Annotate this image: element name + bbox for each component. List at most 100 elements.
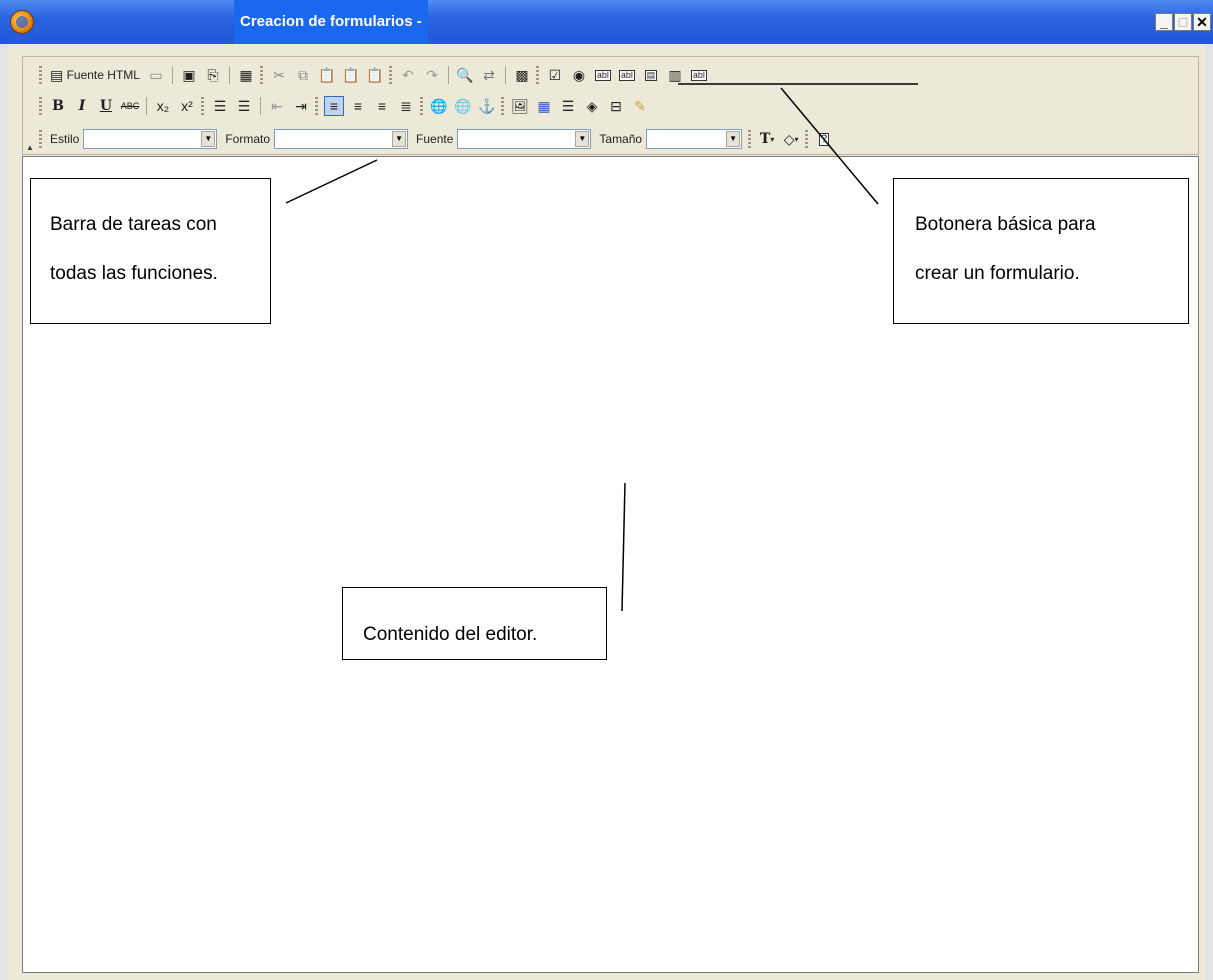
chevron-down-icon[interactable]: ▼ xyxy=(726,131,741,147)
paste-text-button[interactable]: 📋 xyxy=(341,65,361,85)
ordered-list-icon: ☰ xyxy=(213,98,227,114)
table-icon: ▦ xyxy=(537,98,551,114)
unordered-list-icon: ☰ xyxy=(237,98,251,114)
maximize-button[interactable]: □ xyxy=(1174,13,1192,31)
cut-button[interactable]: ✂ xyxy=(269,65,289,85)
strike-button[interactable]: ABC xyxy=(120,96,140,116)
help-button[interactable]: ? xyxy=(814,129,834,149)
align-center-button[interactable]: ≡ xyxy=(348,96,368,116)
align-right-button[interactable]: ≡ xyxy=(372,96,392,116)
save-button[interactable]: ▣ xyxy=(179,65,199,85)
textarea-icon: abl xyxy=(618,69,635,81)
source-icon: ▤ xyxy=(50,67,64,83)
unlink-button[interactable]: 🌐 xyxy=(453,96,473,116)
minimize-button[interactable]: _ xyxy=(1155,13,1173,31)
copy-button[interactable]: ⧉ xyxy=(293,65,313,85)
align-left-icon: ≡ xyxy=(329,98,339,114)
replace-icon: ⇄ xyxy=(483,67,495,83)
underline-button[interactable]: U xyxy=(96,96,116,116)
smiley-button[interactable]: ◈ xyxy=(582,96,602,116)
outdent-button[interactable]: ⇤ xyxy=(267,96,287,116)
copy-icon: ⧉ xyxy=(297,67,308,83)
chevron-down-icon[interactable]: ▼ xyxy=(392,131,407,147)
paste-word-icon: 📋 xyxy=(366,67,384,83)
smiley-icon: ◈ xyxy=(586,98,598,114)
textarea-button[interactable]: abl xyxy=(617,65,637,85)
toolbar-grip xyxy=(259,66,263,84)
anchor-button[interactable]: ⚓ xyxy=(477,96,497,116)
paste-icon: 📋 xyxy=(318,67,336,83)
special-char-button[interactable]: ⊟ xyxy=(606,96,626,116)
unordered-list-button[interactable]: ☰ xyxy=(234,96,254,116)
toolbar-row-1: ▤ Fuente HTML ▭ ▣ ⎘ ▦ ✂ ⧉ 📋 📋 📋 ↶ ↷ 🔍 ⇄ … xyxy=(37,63,711,87)
font-select[interactable]: ▼ xyxy=(457,129,592,149)
find-icon: 🔍 xyxy=(456,67,474,83)
hidden-field-icon: abl xyxy=(690,69,707,81)
cut-icon: ✂ xyxy=(273,67,285,83)
collapse-toolbar-icon[interactable]: ▲ xyxy=(26,143,34,152)
replace-button[interactable]: ⇄ xyxy=(479,65,499,85)
chevron-down-icon[interactable]: ▼ xyxy=(201,131,216,147)
underline-icon: U xyxy=(99,98,113,114)
uipcolor-button[interactable]: ✎ xyxy=(630,96,650,116)
table-button[interactable]: ▦ xyxy=(534,96,554,116)
chevron-down-icon[interactable]: ▼ xyxy=(575,131,590,147)
redo-button[interactable]: ↷ xyxy=(422,65,442,85)
link-button[interactable]: 🌐 xyxy=(429,96,449,116)
newpage-button[interactable]: ▭ xyxy=(146,65,166,85)
toolbar-grip xyxy=(388,66,392,84)
select-all-button[interactable]: ▩ xyxy=(512,65,532,85)
outdent-icon: ⇤ xyxy=(271,98,283,114)
preview-icon: ⎘ xyxy=(207,67,219,83)
image-button[interactable]: 🖼 xyxy=(510,96,530,116)
toolbar-grip xyxy=(501,97,504,115)
templates-button[interactable]: ▦ xyxy=(236,65,256,85)
toolbar-grip[interactable] xyxy=(39,66,42,84)
editor-toolbar: ▤ Fuente HTML ▭ ▣ ⎘ ▦ ✂ ⧉ 📋 📋 📋 ↶ ↷ 🔍 ⇄ … xyxy=(22,56,1199,155)
save-icon: ▣ xyxy=(182,67,196,83)
italic-button[interactable]: I xyxy=(72,96,92,116)
bold-button[interactable]: B xyxy=(48,96,68,116)
bg-color-button[interactable]: ◇ ▾ xyxy=(781,129,801,149)
text-color-button[interactable]: T ▾ xyxy=(757,129,777,149)
form-buttons-annotation-line1: Botonera básica para xyxy=(915,214,1096,235)
textfield-button[interactable]: abl xyxy=(593,65,613,85)
select-field-button[interactable]: ▤ xyxy=(641,65,661,85)
paste-button[interactable]: 📋 xyxy=(317,65,337,85)
size-label: Tamaño xyxy=(599,132,643,146)
toolbar-grip[interactable] xyxy=(39,97,42,115)
superscript-button[interactable]: x² xyxy=(177,96,197,116)
form-buttons-annotation-line2: crear un formulario. xyxy=(915,263,1080,284)
style-select[interactable]: ▼ xyxy=(83,129,218,149)
toolbar-separator xyxy=(171,66,173,84)
app-icon[interactable] xyxy=(10,10,34,34)
subscript-button[interactable]: x₂ xyxy=(153,96,173,116)
undo-button[interactable]: ↶ xyxy=(398,65,418,85)
image-icon: 🖼 xyxy=(511,98,529,114)
align-left-button[interactable]: ≡ xyxy=(324,96,344,116)
title-bar[interactable]: Creacion de formularios - _ □ ✕ xyxy=(0,0,1213,44)
radio-button[interactable]: ◉ xyxy=(569,65,589,85)
bold-icon: B xyxy=(52,98,64,114)
italic-icon: I xyxy=(78,98,86,114)
paste-word-button[interactable]: 📋 xyxy=(365,65,385,85)
size-select[interactable]: ▼ xyxy=(646,129,743,149)
indent-button[interactable]: ⇥ xyxy=(291,96,311,116)
text-color-icon: T xyxy=(759,131,771,147)
rule-button[interactable]: ☰ xyxy=(558,96,578,116)
toolbar-annotation: Barra de tareas con todas las funciones. xyxy=(30,178,271,324)
source-html-button[interactable]: ▤ Fuente HTML xyxy=(48,65,142,85)
justify-button[interactable]: ≣ xyxy=(396,96,416,116)
find-button[interactable]: 🔍 xyxy=(455,65,475,85)
editor-annotation: Contenido del editor. xyxy=(342,587,607,660)
hidden-field-button[interactable]: abl xyxy=(689,65,709,85)
format-select[interactable]: ▼ xyxy=(274,129,409,149)
preview-button[interactable]: ⎘ xyxy=(203,65,223,85)
ordered-list-button[interactable]: ☰ xyxy=(210,96,230,116)
indent-icon: ⇥ xyxy=(295,98,307,114)
toolbar-annotation-line1: Barra de tareas con xyxy=(50,214,217,235)
toolbar-grip[interactable] xyxy=(39,130,42,148)
checkbox-button[interactable]: ☑ xyxy=(545,65,565,85)
button-field-button[interactable]: ▥ xyxy=(665,65,685,85)
close-button[interactable]: ✕ xyxy=(1193,13,1211,31)
